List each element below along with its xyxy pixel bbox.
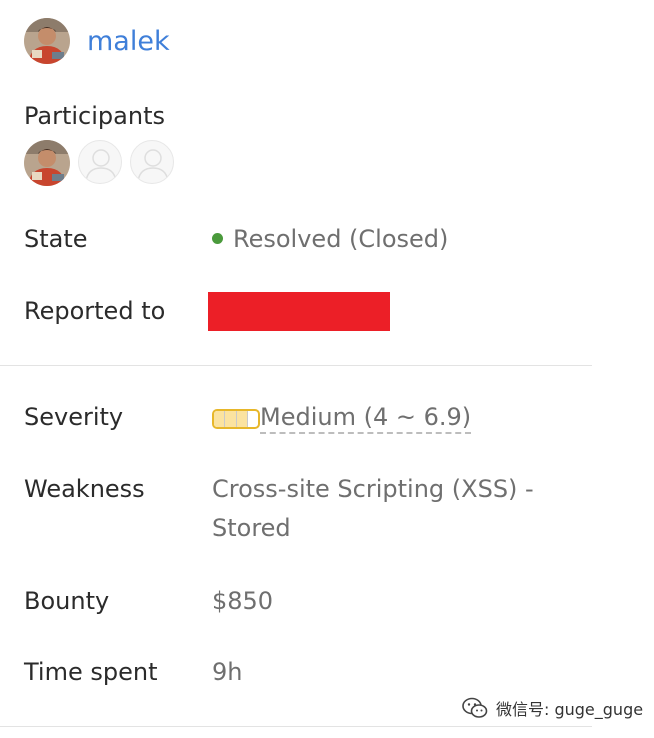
severity-meter-icon bbox=[212, 409, 260, 429]
severity-segment bbox=[248, 411, 258, 427]
participant-avatar[interactable] bbox=[24, 140, 70, 186]
bounty-label: Bounty bbox=[24, 587, 110, 615]
severity-segment bbox=[214, 411, 226, 427]
section-divider bbox=[0, 726, 592, 727]
time-spent-label: Time spent bbox=[24, 658, 158, 686]
state-status-dot-icon bbox=[212, 233, 223, 244]
user-avatar-photo-icon bbox=[24, 18, 70, 64]
weakness-value-line: Cross-site Scripting (XSS) - bbox=[212, 475, 534, 503]
severity-text[interactable]: Medium (4 ~ 6.9) bbox=[260, 403, 472, 434]
default-avatar-icon bbox=[85, 149, 117, 182]
severity-value: Medium (4 ~ 6.9) bbox=[212, 398, 472, 437]
severity-label: Severity bbox=[24, 403, 124, 431]
participant-avatar[interactable] bbox=[130, 140, 174, 184]
weakness-value-line: Stored bbox=[212, 514, 291, 542]
default-avatar-icon bbox=[137, 149, 169, 182]
time-spent-value: 9h bbox=[212, 658, 243, 686]
watermark: 微信号: guge_guge bbox=[462, 696, 643, 720]
reporter-profile: malek bbox=[24, 18, 170, 64]
participants-label: Participants bbox=[24, 102, 165, 130]
watermark-text: 微信号: guge_guge bbox=[496, 700, 644, 719]
severity-segment bbox=[225, 411, 237, 427]
severity-segment bbox=[236, 411, 248, 427]
state-text: Resolved (Closed) bbox=[233, 225, 449, 253]
wechat-icon bbox=[462, 697, 488, 718]
state-label: State bbox=[24, 225, 88, 253]
weakness-value[interactable]: Cross-site Scripting (XSS) - Stored bbox=[212, 470, 534, 548]
participants-list bbox=[24, 140, 174, 186]
reported-to-redaction bbox=[208, 292, 390, 331]
section-divider bbox=[0, 365, 592, 366]
reporter-name-link[interactable]: malek bbox=[87, 26, 170, 57]
bounty-value: $850 bbox=[212, 587, 274, 615]
user-avatar-photo-icon bbox=[24, 140, 70, 186]
state-value: Resolved (Closed) bbox=[212, 220, 448, 259]
reported-to-label: Reported to bbox=[24, 297, 166, 325]
weakness-label: Weakness bbox=[24, 475, 145, 503]
reporter-avatar[interactable] bbox=[24, 18, 70, 64]
participant-avatar[interactable] bbox=[78, 140, 122, 184]
